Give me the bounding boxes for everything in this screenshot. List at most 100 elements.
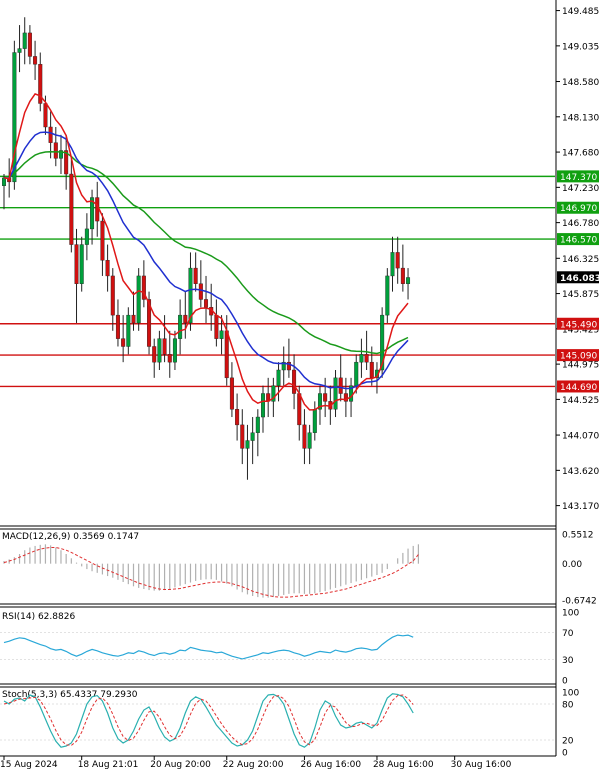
candle-body [312, 408, 317, 433]
macd-tick-label: 0.5512 [562, 531, 594, 541]
candle-body [105, 260, 110, 277]
candle-body [292, 369, 297, 394]
time-tick-label: 20 Aug 20:00 [150, 760, 211, 770]
macd-title: MACD(12,26,9) 0.3569 0.1747 [2, 532, 139, 542]
candle-body [152, 346, 157, 363]
candle-body [110, 275, 115, 316]
candle-body [400, 267, 405, 284]
support-level-label: 145.090 [560, 352, 597, 362]
time-tick-label: 28 Aug 16:00 [373, 760, 434, 770]
price-tick-label: 143.170 [562, 502, 599, 512]
price-tick-label: 144.975 [562, 361, 599, 371]
time-tick-label: 18 Aug 21:01 [78, 760, 139, 770]
price-tick-label: 148.130 [562, 113, 599, 123]
candle-body [235, 408, 240, 426]
support-level-label: 144.690 [560, 383, 597, 393]
candle-body [2, 177, 6, 186]
price-tick-label: 146.325 [562, 255, 599, 265]
candle-body [121, 338, 126, 347]
candle-body [74, 244, 79, 284]
price-tick-label: 149.035 [562, 42, 599, 52]
candle-body [276, 369, 281, 386]
candle-body [390, 252, 395, 277]
candle-body [33, 56, 38, 65]
candle-body [193, 267, 198, 284]
price-tick-label: 143.620 [562, 467, 599, 477]
candle-body [131, 314, 136, 324]
stoch-title: Stoch(5,3,3) 65.4337 79.2930 [2, 690, 138, 700]
candle-body [354, 361, 359, 386]
rsi-title: RSI(14) 62.8826 [2, 612, 75, 622]
candle-body [359, 354, 364, 363]
candle-body [395, 252, 400, 269]
price-tick-label: 146.780 [562, 219, 599, 229]
support-level-label: 145.490 [560, 320, 597, 330]
candle-body [167, 354, 172, 363]
candle-body [79, 244, 84, 284]
candle-body [22, 32, 27, 49]
resistance-level-label: 147.370 [560, 173, 597, 183]
price-tick-label: 147.680 [562, 149, 599, 159]
macd-tick-label: -0.6742 [562, 597, 597, 607]
stoch-tick-label: 20 [562, 737, 574, 747]
rsi-tick-label: 100 [562, 609, 579, 619]
rsi-tick-label: 70 [562, 629, 574, 639]
candle-body [100, 220, 105, 261]
candle-body [229, 377, 234, 410]
price-tick-label: 148.580 [562, 78, 599, 88]
chart-window: 149.485 149.035 148.580 148.130 147.680 147.2… [0, 0, 600, 770]
candle-body [126, 314, 131, 347]
candle-body [369, 361, 374, 379]
candle-body [115, 314, 120, 339]
stoch-tick-label: 100 [562, 689, 579, 699]
candle-body [43, 103, 48, 128]
candle-body [364, 354, 369, 363]
candle-body [198, 283, 203, 300]
rsi-tick-label: 0 [562, 677, 568, 687]
price-tick-label: 144.525 [562, 396, 599, 406]
candle-body [172, 338, 177, 363]
candle-body [136, 275, 141, 324]
candle-body [183, 314, 188, 324]
candle-body [84, 228, 89, 245]
candle-body [17, 48, 22, 53]
candle-body [338, 377, 343, 394]
price-tick-label: 144.070 [562, 432, 599, 442]
candle-body [204, 299, 209, 308]
price-tick-label: 149.485 [562, 7, 599, 17]
candle-body [214, 314, 219, 339]
candle-body [261, 393, 266, 418]
candle-body [297, 393, 302, 426]
time-tick-label: 15 Aug 2024 [0, 760, 58, 770]
price-tick-label: 145.875 [562, 290, 599, 300]
price-tick-label: 147.230 [562, 184, 599, 194]
candle-body [27, 32, 32, 57]
candle-body [307, 432, 312, 449]
candle-body [224, 330, 229, 379]
candle-body [385, 275, 390, 316]
candle-body [302, 424, 307, 449]
candle-body [323, 393, 328, 402]
candle-body [406, 277, 411, 284]
candle-body [240, 424, 245, 449]
candle-body [219, 330, 224, 339]
rsi-tick-label: 30 [562, 656, 574, 666]
time-tick-label: 22 Aug 20:00 [223, 760, 284, 770]
stoch-tick-label: 80 [562, 701, 574, 711]
stoch-tick-label: 0 [562, 749, 568, 759]
candle-body [255, 416, 260, 433]
resistance-level-label: 146.570 [560, 236, 597, 246]
candle-body [48, 126, 53, 143]
candle-body [157, 338, 162, 363]
candle-body [162, 338, 167, 355]
candle-body [245, 440, 250, 449]
macd-tick-label: 0.00 [562, 560, 582, 570]
candle-body [53, 142, 58, 159]
time-tick-label: 26 Aug 16:00 [300, 760, 361, 770]
current-price-label: 146.083 [560, 274, 600, 284]
candle-body [178, 314, 183, 339]
trading-chart: 149.485 149.035 148.580 148.130 147.680 147.2… [0, 0, 600, 770]
time-tick-label: 30 Aug 16:00 [451, 760, 512, 770]
candle-body [333, 377, 338, 410]
candle-body [250, 432, 255, 441]
